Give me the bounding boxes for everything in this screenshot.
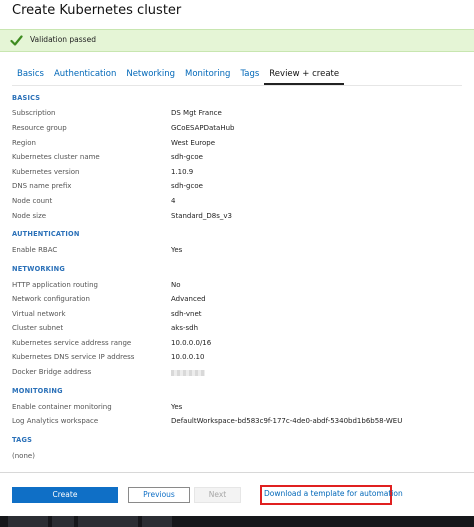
tab-divider (12, 85, 462, 86)
summary-row: Resource group GCoESAPDataHub (12, 124, 452, 136)
row-value: aks-sdh (171, 324, 199, 332)
row-value: DS Mgt France (171, 109, 222, 117)
row-label: Enable container monitoring (12, 403, 112, 411)
row-label: Virtual network (12, 310, 66, 318)
row-value: sdh-vnet (171, 310, 202, 318)
validation-text: Validation passed (30, 35, 96, 44)
section-heading-monitoring: MONITORING (12, 387, 63, 395)
row-value: Yes (171, 403, 183, 411)
row-value: Yes (171, 246, 183, 254)
summary-row: Kubernetes cluster name sdh-gcoe (12, 153, 452, 165)
row-label: Subscription (12, 109, 56, 117)
taskbar-item[interactable] (142, 516, 172, 527)
summary-row: Node count 4 (12, 197, 452, 209)
taskbar-item[interactable] (78, 516, 138, 527)
row-label: Kubernetes cluster name (12, 153, 100, 161)
summary-row: Kubernetes DNS service IP address 10.0.0… (12, 353, 452, 365)
row-value: sdh-gcoe (171, 182, 203, 190)
redacted-value (171, 370, 205, 376)
row-label: Resource group (12, 124, 67, 132)
row-value: DefaultWorkspace-bd583c9f-177c-4de0-abdf… (171, 417, 403, 425)
row-value: 10.0.0.0/16 (171, 339, 212, 347)
summary-row: Virtual network sdh-vnet (12, 310, 452, 322)
row-label: Enable RBAC (12, 246, 58, 254)
row-value: No (171, 281, 181, 289)
summary-row: HTTP application routing No (12, 281, 452, 293)
download-template-link[interactable]: Download a template for automation (264, 489, 403, 498)
summary-row: DNS name prefix sdh-gcoe (12, 182, 452, 194)
row-value: 4 (171, 197, 176, 205)
summary-row: Enable container monitoring Yes (12, 403, 452, 415)
page-title: Create Kubernetes cluster (12, 3, 182, 18)
taskbar-item[interactable] (8, 516, 48, 527)
tags-empty-text: (none) (12, 452, 35, 460)
row-label: HTTP application routing (12, 281, 98, 289)
row-value: Advanced (171, 295, 206, 303)
tab-networking[interactable]: Networking (121, 65, 180, 85)
section-heading-basics: BASICS (12, 94, 41, 102)
summary-row: Node size Standard_D8s_v3 (12, 212, 452, 224)
row-label: Kubernetes service address range (12, 339, 132, 347)
row-value: sdh-gcoe (171, 153, 203, 161)
row-label: Node count (12, 197, 53, 205)
row-value: GCoESAPDataHub (171, 124, 235, 132)
summary-row: Kubernetes service address range 10.0.0.… (12, 339, 452, 351)
row-value: 10.0.0.10 (171, 353, 205, 361)
summary-row: Network configuration Advanced (12, 295, 452, 307)
summary-row: Docker Bridge address (12, 368, 452, 380)
tab-monitoring[interactable]: Monitoring (180, 65, 235, 85)
taskbar (0, 516, 474, 527)
row-value: West Europe (171, 139, 216, 147)
tab-tags[interactable]: Tags (235, 65, 264, 85)
row-value: Standard_D8s_v3 (171, 212, 232, 220)
tab-review-create[interactable]: Review + create (264, 65, 345, 85)
previous-button[interactable]: Previous (128, 487, 190, 503)
row-label: Log Analytics workspace (12, 417, 99, 425)
next-button[interactable]: Next (194, 487, 241, 503)
summary-row: Enable RBAC Yes (12, 246, 452, 258)
summary-row: Subscription DS Mgt France (12, 109, 452, 121)
row-value: 1.10.9 (171, 168, 194, 176)
summary-row: Log Analytics workspace DefaultWorkspace… (12, 417, 452, 429)
summary-row: Kubernetes version 1.10.9 (12, 168, 452, 180)
row-label: Docker Bridge address (12, 368, 92, 376)
row-label: Kubernetes version (12, 168, 80, 176)
row-label: Network configuration (12, 295, 90, 303)
section-heading-tags: TAGS (12, 436, 33, 444)
section-heading-networking: NETWORKING (12, 265, 65, 273)
validation-banner: Validation passed (0, 29, 474, 52)
summary-row: Region West Europe (12, 139, 452, 151)
taskbar-item[interactable] (52, 516, 74, 527)
row-label: Region (12, 139, 36, 147)
tab-bar: Basics Authentication Networking Monitor… (12, 65, 345, 85)
tab-basics[interactable]: Basics (12, 65, 49, 85)
tab-authentication[interactable]: Authentication (49, 65, 121, 85)
summary-row: Cluster subnet aks-sdh (12, 324, 452, 336)
section-heading-authentication: AUTHENTICATION (12, 230, 80, 238)
create-button[interactable]: Create (12, 487, 118, 503)
row-label: DNS name prefix (12, 182, 72, 190)
row-label: Cluster subnet (12, 324, 64, 332)
checkmark-icon (10, 35, 23, 46)
footer-divider (0, 472, 474, 473)
row-label: Kubernetes DNS service IP address (12, 353, 135, 361)
row-label: Node size (12, 212, 47, 220)
